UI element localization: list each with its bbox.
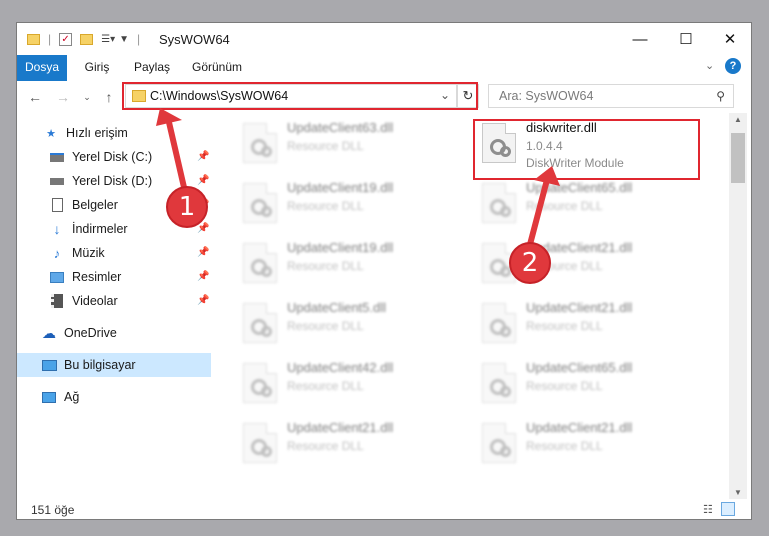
annotation-arrows	[156, 108, 560, 253]
step-2-badge: 2	[509, 242, 551, 284]
arrow-1-line	[165, 117, 189, 197]
step-1-badge: 1	[166, 186, 208, 228]
arrow-2-line	[525, 175, 551, 253]
arrow-2-head	[534, 166, 560, 186]
